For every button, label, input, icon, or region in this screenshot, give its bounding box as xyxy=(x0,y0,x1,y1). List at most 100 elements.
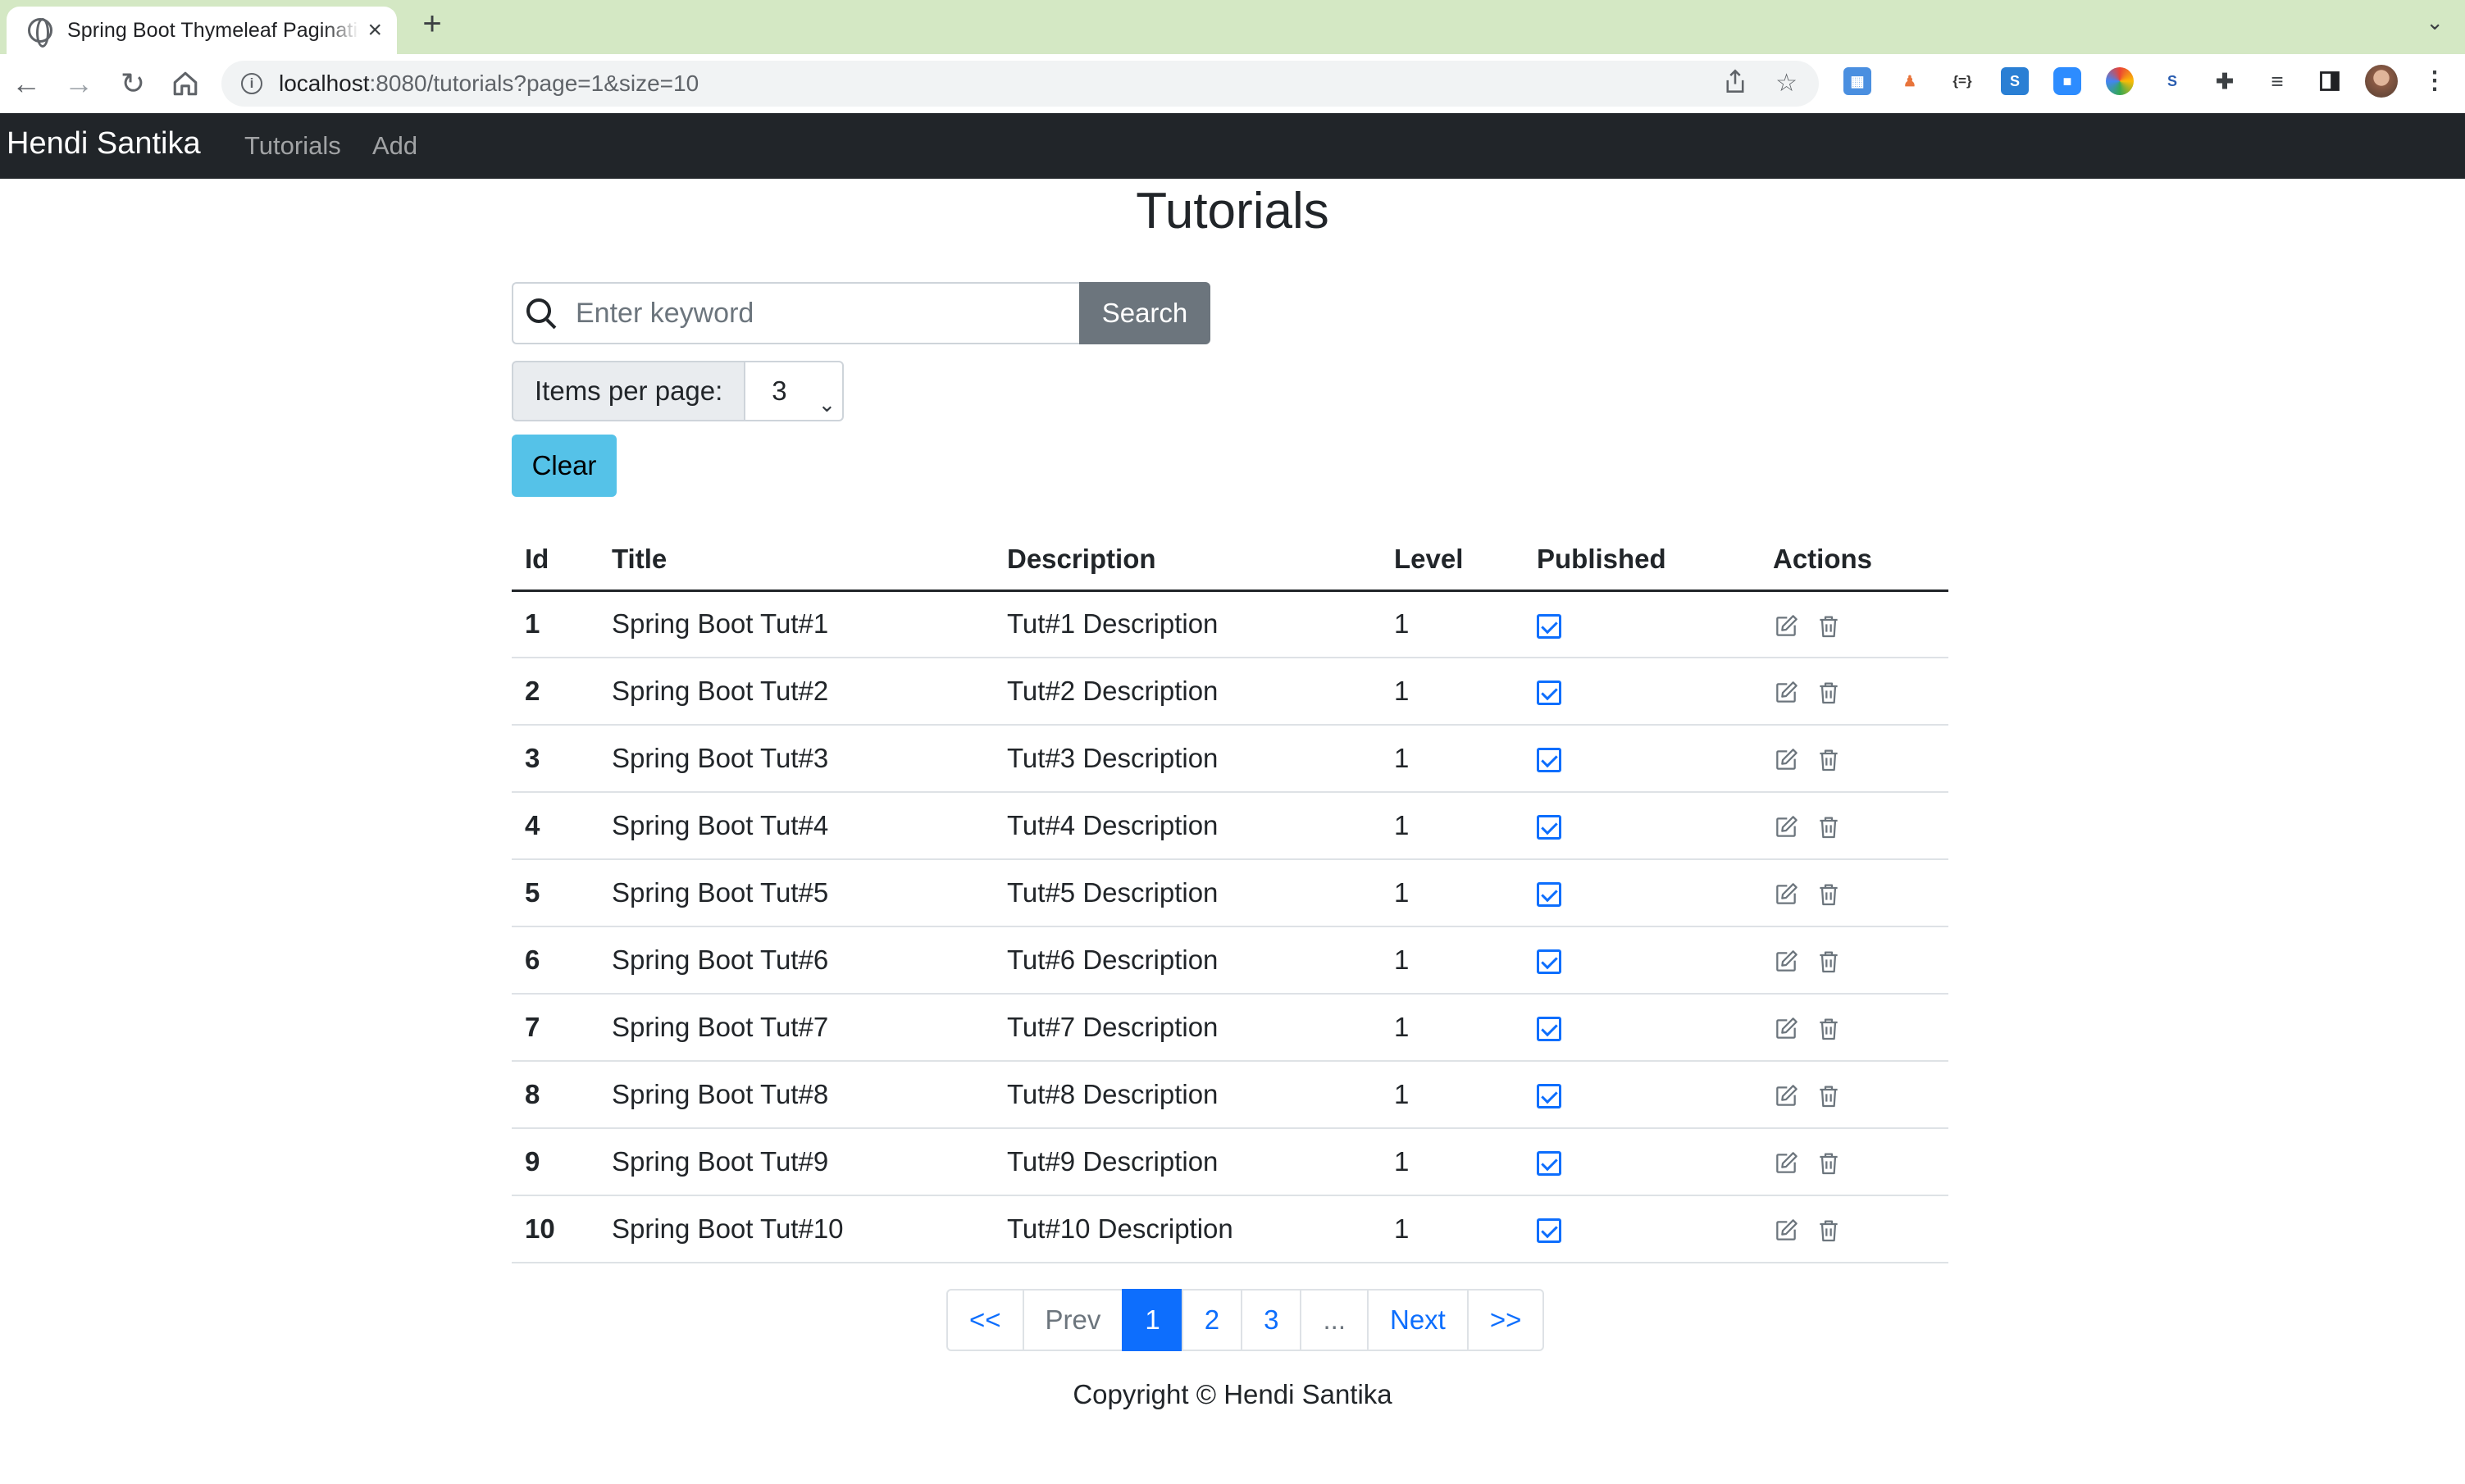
search-box xyxy=(512,282,1079,344)
edit-icon[interactable] xyxy=(1773,1218,1799,1244)
back-arrow-icon[interactable]: ← xyxy=(8,66,44,102)
browser-tabstrip: Spring Boot Thymeleaf Pagination × + ⌄ xyxy=(0,0,2465,54)
cell-description: Tut#4 Description xyxy=(994,792,1381,860)
pagination-item[interactable]: Next xyxy=(1367,1289,1469,1351)
cell-published xyxy=(1524,994,1760,1062)
pagination-item[interactable]: << xyxy=(946,1289,1024,1351)
cell-level: 1 xyxy=(1381,859,1524,927)
table-row: 10 Spring Boot Tut#10 Tut#10 Description 1 xyxy=(512,1195,1948,1263)
cell-actions xyxy=(1760,859,1948,927)
trash-icon[interactable] xyxy=(1816,1218,1842,1244)
edit-icon[interactable] xyxy=(1773,949,1799,975)
cell-id: 6 xyxy=(512,926,599,995)
browser-menu-icon[interactable]: ⋮ xyxy=(2421,67,2449,95)
pagination: << Prev 1 2 3... Next >> xyxy=(946,1289,1545,1351)
nav-link-tutorials[interactable]: Tutorials xyxy=(244,131,341,161)
table-row: 5 Spring Boot Tut#5 Tut#5 Description 1 xyxy=(512,859,1948,927)
home-icon[interactable] xyxy=(167,66,203,102)
table-row: 6 Spring Boot Tut#6 Tut#6 Description 1 xyxy=(512,926,1948,995)
published-checkbox-icon xyxy=(1537,1084,1561,1109)
trash-icon[interactable] xyxy=(1816,680,1842,706)
published-checkbox-icon xyxy=(1537,882,1561,908)
pagination-item[interactable]: >> xyxy=(1466,1289,1545,1351)
items-per-page-select[interactable]: 3 ⌄ xyxy=(745,361,845,421)
trash-icon[interactable] xyxy=(1816,881,1842,908)
nav-link-add[interactable]: Add xyxy=(372,131,417,161)
trash-icon[interactable] xyxy=(1816,1016,1842,1042)
edit-icon[interactable] xyxy=(1773,747,1799,773)
site-info-icon[interactable]: i xyxy=(241,73,262,94)
cell-level: 1 xyxy=(1381,658,1524,726)
bookmark-star-icon[interactable]: ☆ xyxy=(1775,69,1797,98)
tab-close-button[interactable]: × xyxy=(367,18,382,43)
edit-icon[interactable] xyxy=(1773,680,1799,706)
share-icon[interactable] xyxy=(1724,69,1747,101)
search-button[interactable]: Search xyxy=(1079,282,1210,344)
forward-arrow-icon[interactable]: → xyxy=(61,66,97,102)
edit-icon[interactable] xyxy=(1773,1016,1799,1042)
tab-search-chevron-icon[interactable]: ⌄ xyxy=(2426,10,2444,35)
side-panel-icon[interactable] xyxy=(2316,67,2344,95)
reading-list-icon[interactable]: ≡ xyxy=(2263,67,2291,95)
edit-icon[interactable] xyxy=(1773,613,1799,640)
table-header-row: Id Title Description Level Published Act… xyxy=(512,530,1948,592)
published-checkbox-icon xyxy=(1537,949,1561,975)
cell-level: 1 xyxy=(1381,1128,1524,1196)
search-icon xyxy=(526,298,551,323)
cell-level: 1 xyxy=(1381,994,1524,1062)
pagination-item[interactable]: 3 xyxy=(1241,1289,1302,1351)
new-tab-button[interactable]: + xyxy=(415,7,449,41)
clear-button[interactable]: Clear xyxy=(512,435,617,497)
cell-description: Tut#7 Description xyxy=(994,994,1381,1062)
edit-icon[interactable] xyxy=(1773,1150,1799,1177)
color-picker-extension-icon[interactable] xyxy=(2106,67,2134,95)
browser-tab[interactable]: Spring Boot Thymeleaf Pagination × xyxy=(7,7,397,54)
cell-description: Tut#10 Description xyxy=(994,1195,1381,1263)
edit-icon[interactable] xyxy=(1773,1083,1799,1109)
extension-json-icon[interactable]: {=} xyxy=(1948,67,1976,95)
cell-description: Tut#2 Description xyxy=(994,658,1381,726)
edit-icon[interactable] xyxy=(1773,881,1799,908)
pagination-item[interactable]: 2 xyxy=(1181,1289,1243,1351)
navbar-brand[interactable]: Hendi Santika xyxy=(7,126,201,162)
zoom-extension-icon[interactable]: ■ xyxy=(2053,67,2081,95)
trash-icon[interactable] xyxy=(1816,747,1842,773)
cell-actions xyxy=(1760,590,1948,658)
trash-icon[interactable] xyxy=(1816,949,1842,975)
cell-title: Spring Boot Tut#1 xyxy=(599,590,994,658)
column-header-published: Published xyxy=(1524,530,1760,592)
extensions-puzzle-icon[interactable]: ✚ xyxy=(2211,67,2239,95)
pagination-item[interactable]: 1 xyxy=(1122,1289,1183,1351)
extension-icon-7[interactable]: S xyxy=(2158,67,2186,95)
extension-icon-4[interactable]: S xyxy=(2001,67,2029,95)
cell-description: Tut#1 Description xyxy=(994,590,1381,658)
trash-icon[interactable] xyxy=(1816,814,1842,840)
trash-icon[interactable] xyxy=(1816,613,1842,640)
search-input[interactable] xyxy=(576,297,1035,330)
edit-icon[interactable] xyxy=(1773,814,1799,840)
cell-title: Spring Boot Tut#3 xyxy=(599,725,994,793)
trash-icon[interactable] xyxy=(1816,1150,1842,1177)
column-header-level: Level xyxy=(1381,530,1524,592)
table-row: 8 Spring Boot Tut#8 Tut#8 Description 1 xyxy=(512,1061,1948,1129)
reload-icon[interactable]: ↻ xyxy=(115,66,151,102)
extension-icon-2[interactable]: ♟ xyxy=(1896,67,1924,95)
published-checkbox-icon xyxy=(1537,1017,1561,1042)
published-checkbox-icon xyxy=(1537,681,1561,706)
trash-icon[interactable] xyxy=(1816,1083,1842,1109)
table-row: 4 Spring Boot Tut#4 Tut#4 Description 1 xyxy=(512,792,1948,860)
table-row: 3 Spring Boot Tut#3 Tut#3 Description 1 xyxy=(512,725,1948,793)
cell-id: 9 xyxy=(512,1128,599,1196)
cell-title: Spring Boot Tut#2 xyxy=(599,658,994,726)
extension-icon-1[interactable]: ▦ xyxy=(1843,67,1871,95)
published-checkbox-icon xyxy=(1537,613,1561,639)
address-bar[interactable]: i localhost:8080/tutorials?page=1&size=1… xyxy=(221,61,1819,107)
cell-actions xyxy=(1760,792,1948,860)
cell-description: Tut#8 Description xyxy=(994,1061,1381,1129)
column-header-id: Id xyxy=(512,530,599,592)
table-row: 7 Spring Boot Tut#7 Tut#7 Description 1 xyxy=(512,994,1948,1062)
pagination-item: ... xyxy=(1300,1289,1369,1351)
cell-actions xyxy=(1760,1061,1948,1129)
profile-avatar[interactable] xyxy=(2365,65,2398,98)
cell-description: Tut#6 Description xyxy=(994,926,1381,995)
